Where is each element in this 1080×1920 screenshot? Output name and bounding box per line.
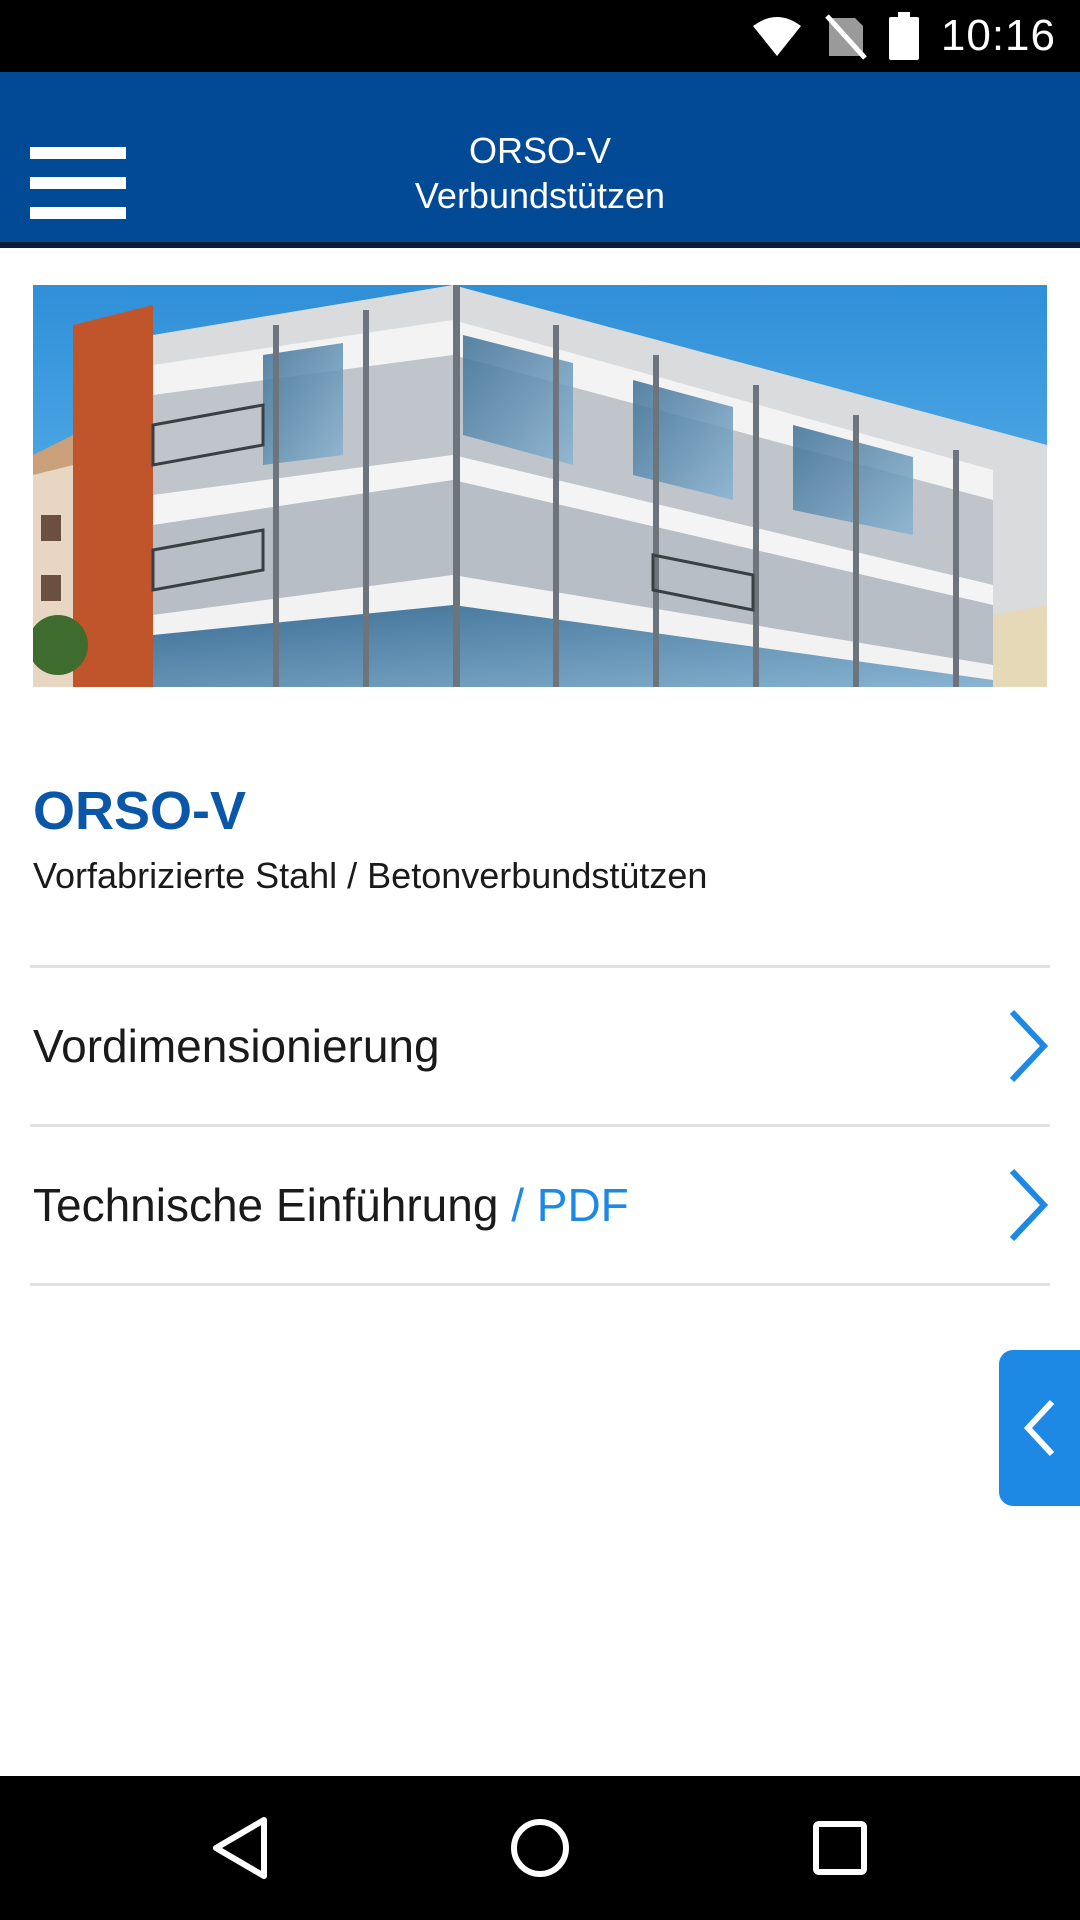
chevron-right-icon: [1009, 1009, 1049, 1083]
wifi-icon: [752, 17, 801, 56]
no-sim-icon: [825, 14, 867, 60]
home-icon[interactable]: [504, 1812, 576, 1884]
status-time: 10:16: [940, 11, 1056, 60]
screen: 10:16 ORSO-V Verbundstützen ORSO-V Vorfa…: [0, 0, 1080, 1920]
chevron-right-icon: [1009, 1168, 1049, 1242]
status-icons: 10:16: [751, 0, 1056, 72]
recents-icon[interactable]: [804, 1812, 876, 1884]
product-title: ORSO-V: [33, 781, 247, 841]
side-drawer-tab[interactable]: [999, 1350, 1080, 1506]
product-subtitle: Vorfabrizierte Stahl / Betonverbundstütz…: [33, 855, 708, 896]
list-item-label: Technische Einführung / PDF: [33, 1179, 629, 1231]
hamburger-line: [30, 177, 126, 189]
hero-building-image: [33, 285, 1047, 687]
pdf-suffix: / PDF: [498, 1179, 629, 1231]
hamburger-line: [30, 207, 126, 219]
status-bar: 10:16: [0, 0, 1080, 72]
list-item-label: Vordimensionierung: [33, 1020, 440, 1072]
list-item-technische-einfuehrung[interactable]: Technische Einführung / PDF: [30, 1127, 1050, 1283]
building-photo: [33, 285, 1047, 687]
battery-icon: [888, 12, 919, 60]
list-item-vordimensionierung[interactable]: Vordimensionierung: [30, 968, 1050, 1124]
page-title-line1: ORSO-V: [468, 130, 611, 171]
page-title: ORSO-V Verbundstützen: [240, 128, 840, 218]
divider: [30, 1283, 1050, 1286]
hamburger-line: [30, 147, 126, 159]
navigation-bar: [0, 1776, 1080, 1920]
app-header: ORSO-V Verbundstützen: [0, 72, 1080, 248]
hamburger-menu-icon[interactable]: [30, 147, 126, 219]
chevron-left-icon: [1023, 1399, 1054, 1457]
page-title-line2: Verbundstützen: [414, 175, 666, 216]
back-icon[interactable]: [204, 1812, 276, 1884]
